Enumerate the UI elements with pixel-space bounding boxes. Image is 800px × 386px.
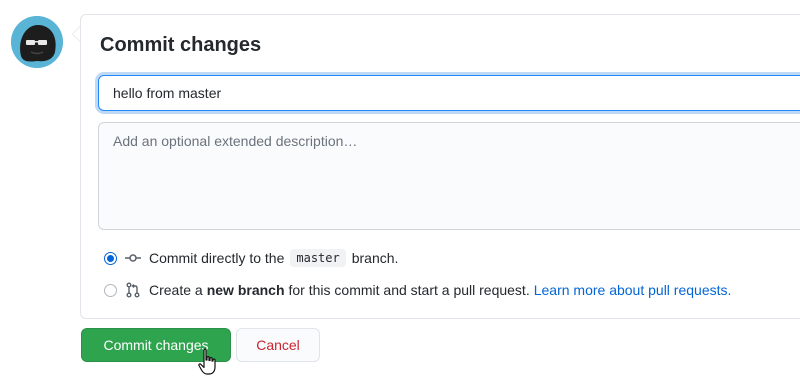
commit-form-title: Commit changes bbox=[100, 34, 262, 56]
new-branch-radio[interactable] bbox=[104, 283, 117, 297]
avatar-image bbox=[11, 16, 63, 68]
new-branch-suffix: for this commit and start a pull request… bbox=[288, 282, 530, 298]
new-branch-bold: new branch bbox=[206, 282, 285, 298]
commit-direct-radio[interactable] bbox=[104, 251, 117, 265]
avatar[interactable] bbox=[11, 16, 63, 68]
git-commit-icon bbox=[125, 254, 141, 262]
commit-summary-input[interactable] bbox=[98, 75, 800, 111]
hand-cursor-icon bbox=[198, 348, 216, 375]
new-branch-prefix: Create a bbox=[149, 282, 203, 298]
learn-more-pull-requests-link[interactable]: Learn more about pull requests. bbox=[534, 282, 732, 298]
commit-direct-text: Commit directly to the bbox=[149, 250, 285, 266]
commit-direct-suffix: branch. bbox=[351, 250, 399, 266]
commit-description-textarea[interactable] bbox=[98, 122, 800, 230]
new-branch-option[interactable]: Create a new branch for this commit and … bbox=[104, 280, 731, 300]
git-pull-request-icon bbox=[126, 282, 140, 298]
commit-direct-option[interactable]: Commit directly to the master branch. bbox=[104, 248, 398, 268]
branch-name-chip: master bbox=[290, 249, 346, 267]
cancel-button[interactable]: Cancel bbox=[236, 328, 320, 362]
panel-caret bbox=[72, 26, 80, 42]
